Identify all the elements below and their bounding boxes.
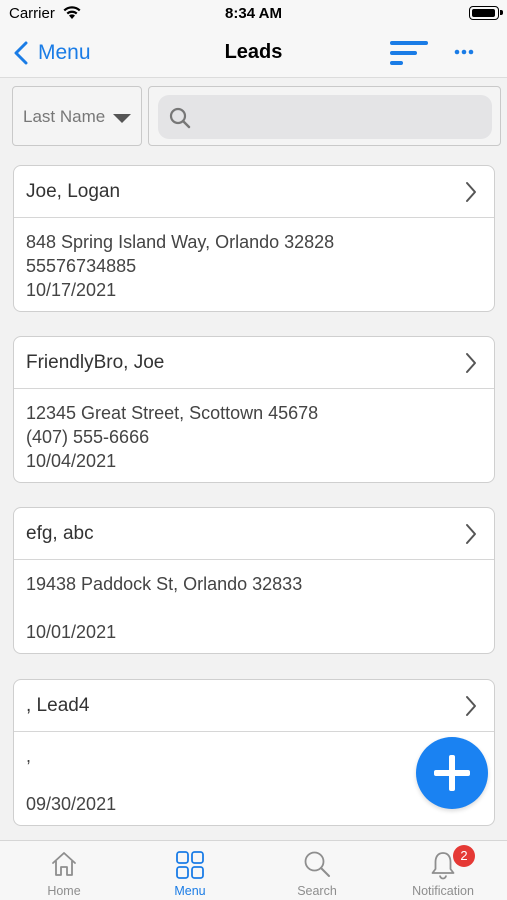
lead-name: efg, abc (26, 523, 94, 544)
status-bar: Carrier 8:34 AM (0, 0, 507, 28)
navigation-bar: Menu Leads (0, 28, 507, 78)
chevron-right-icon (466, 182, 476, 202)
lead-phone: (407) 555-6666 (26, 427, 150, 447)
chevron-right-icon (466, 696, 476, 716)
sort-field-value: Last Name (23, 107, 106, 126)
lead-date: 10/04/2021 (26, 451, 117, 471)
tab-home[interactable]: Home (1, 841, 127, 900)
back-button[interactable]: Menu (14, 38, 91, 68)
search-input[interactable] (158, 95, 492, 139)
tab-bar: Home Menu Search 2 Notification (0, 840, 507, 900)
tab-home-label: Home (47, 884, 81, 898)
battery-icon (469, 6, 503, 20)
lead-address: 19438 Paddock St, Orlando 32833 (26, 574, 303, 594)
lead-card-header[interactable]: FriendlyBro, Joe (14, 337, 494, 389)
lead-date: 10/01/2021 (26, 622, 117, 642)
sort-icon[interactable] (388, 39, 430, 67)
lead-name: , Lead4 (26, 695, 90, 716)
lead-address: 848 Spring Island Way, Orlando 32828 (26, 232, 335, 252)
lead-card-body: 12345 Great Street, Scottown 45678 (407)… (14, 389, 494, 482)
lead-card[interactable]: efg, abc 19438 Paddock St, Orlando 32833… (13, 507, 495, 654)
lead-card[interactable]: Joe, Logan 848 Spring Island Way, Orland… (13, 165, 495, 312)
tab-menu[interactable]: Menu (127, 841, 253, 900)
caret-down-icon (113, 114, 131, 123)
tab-search[interactable]: Search (254, 841, 380, 900)
lead-card-body: 19438 Paddock St, Orlando 32833 10/01/20… (14, 560, 494, 653)
chevron-right-icon (466, 524, 476, 544)
tab-notification-label: Notification (412, 884, 474, 898)
grid-icon (176, 851, 204, 879)
add-lead-button[interactable] (416, 737, 488, 809)
lead-name: Joe, Logan (26, 181, 121, 202)
sort-field-select[interactable]: Last Name (12, 86, 142, 146)
lead-name: FriendlyBro, Joe (26, 352, 165, 373)
more-options-icon[interactable] (450, 42, 478, 62)
lead-card-header[interactable]: Joe, Logan (14, 166, 494, 218)
back-button-label: Menu (38, 41, 91, 64)
lead-date: 10/17/2021 (26, 280, 117, 300)
lead-address: 12345 Great Street, Scottown 45678 (26, 403, 319, 423)
filter-row: Last Name (0, 78, 507, 152)
notification-badge: 2 (453, 845, 475, 867)
lead-card[interactable]: FriendlyBro, Joe 12345 Great Street, Sco… (13, 336, 495, 483)
status-time: 8:34 AM (225, 5, 282, 22)
search-container (148, 86, 501, 146)
chevron-left-icon (14, 41, 28, 65)
tab-search-label: Search (297, 884, 337, 898)
home-icon (52, 852, 76, 876)
tab-menu-label: Menu (174, 884, 206, 898)
lead-phone: 55576734885 (26, 256, 137, 276)
lead-card-header[interactable]: , Lead4 (14, 680, 494, 732)
search-icon (304, 851, 330, 877)
lead-card-header[interactable]: efg, abc (14, 508, 494, 560)
chevron-right-icon (466, 353, 476, 373)
lead-card-body: 848 Spring Island Way, Orlando 32828 555… (14, 218, 494, 311)
tab-notification[interactable]: 2 Notification (380, 841, 506, 900)
lead-address: , (26, 746, 32, 766)
lead-date: 09/30/2021 (26, 794, 117, 814)
